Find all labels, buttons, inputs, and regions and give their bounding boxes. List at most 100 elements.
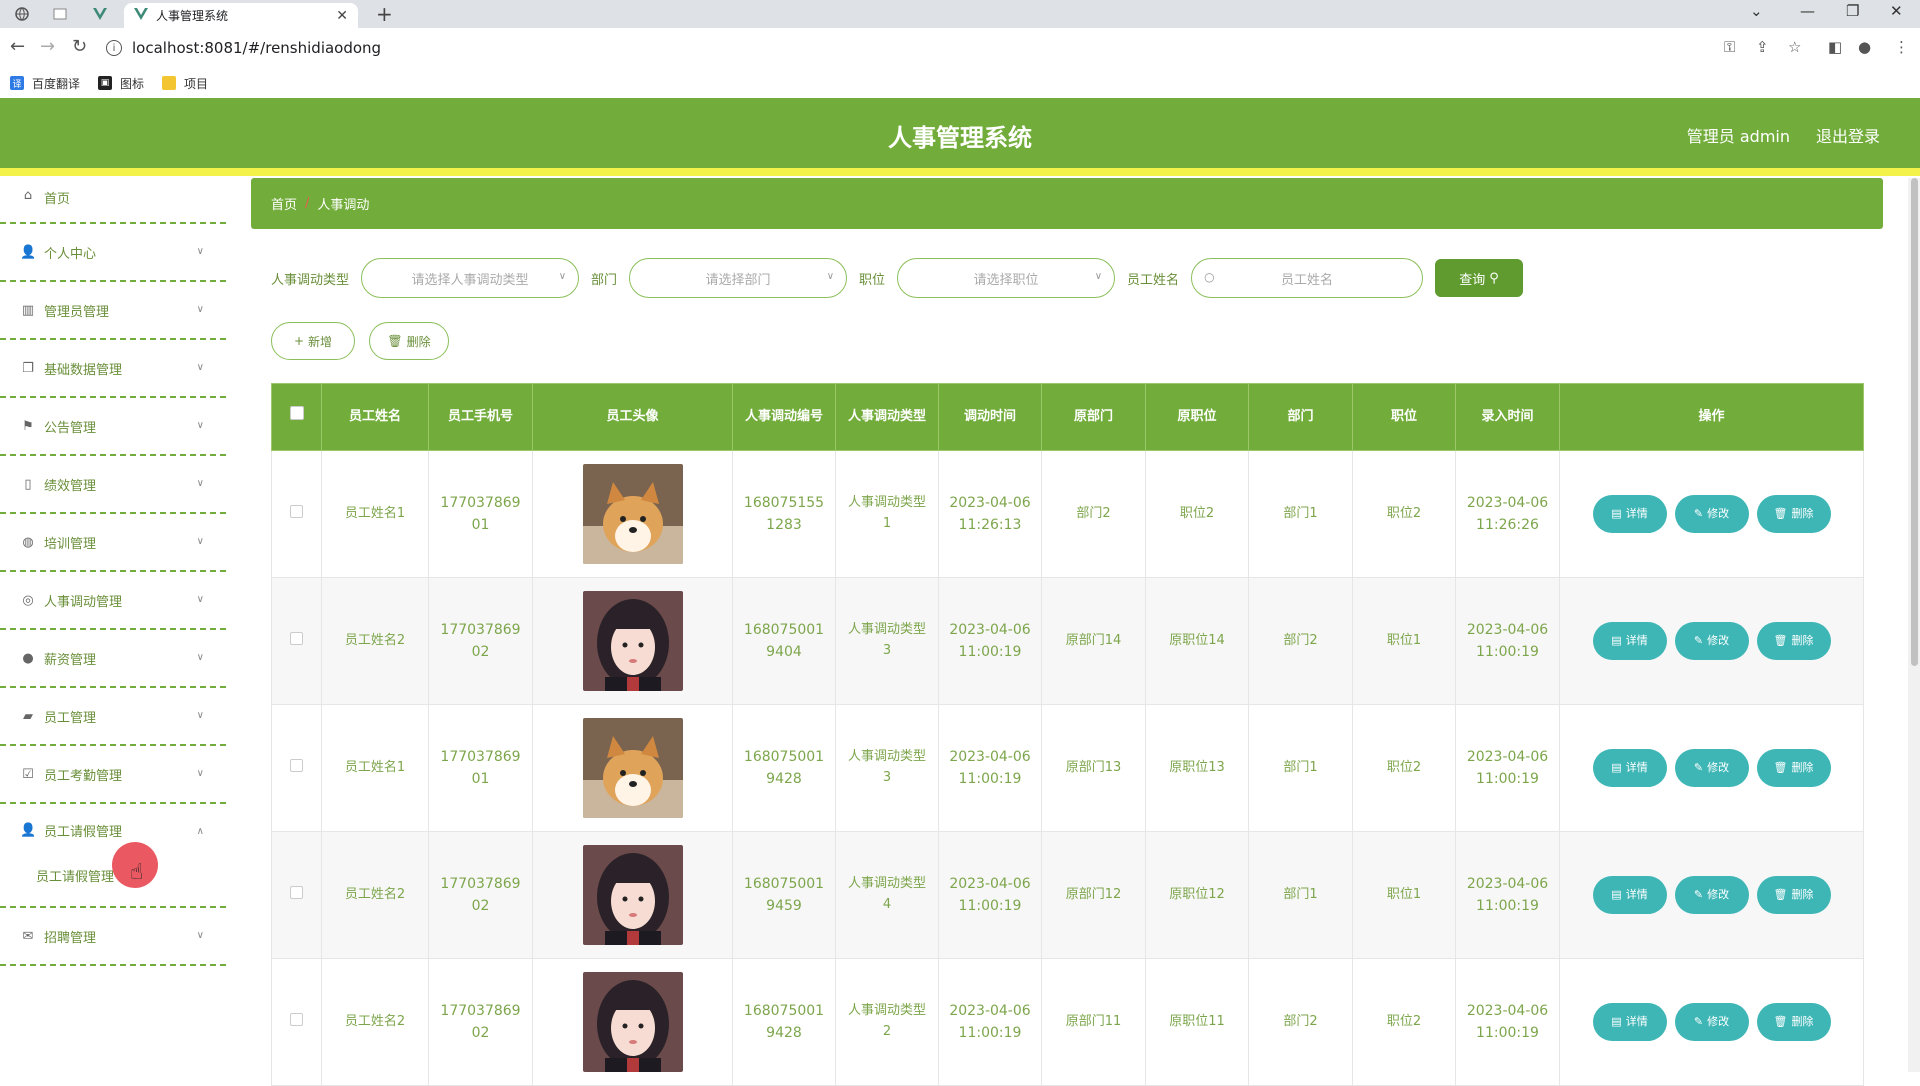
edit-button[interactable]: ✎ 修改	[1674, 876, 1749, 914]
detail-label: 详情	[1625, 761, 1648, 775]
transfer-time-cell: 2023-04-06 11:00:19	[938, 831, 1042, 959]
employee-name-input[interactable]: ○ 员工姓名	[1191, 258, 1424, 298]
sidebar-item-admin[interactable]: ▥ 管理员管理 ∨	[0, 282, 226, 340]
delete-button[interactable]: 🗑 删除	[1756, 495, 1831, 533]
close-window-icon[interactable]: ✕	[1890, 2, 1903, 20]
breadcrumb-home[interactable]: 首页	[271, 194, 297, 213]
trash-icon: 🗑	[1773, 1015, 1788, 1029]
add-button[interactable]: + 新增	[271, 322, 355, 360]
sidebar-item-recruit[interactable]: ✉ 招聘管理 ∨	[0, 908, 226, 966]
sidebar-item-personal-center[interactable]: 👤 个人中心 ∨	[0, 224, 226, 282]
sidebar-item-label: 培训管理	[44, 536, 97, 552]
select-all-cell[interactable]	[271, 383, 322, 451]
bookmark-project[interactable]: 项目	[162, 75, 208, 92]
edit-button[interactable]: ✎ 修改	[1674, 1003, 1749, 1041]
dept-select[interactable]: 请选择部门 ∨	[629, 258, 848, 298]
delete-button[interactable]: 🗑 删除	[1756, 1003, 1831, 1041]
reload-icon[interactable]: ↻	[72, 36, 87, 57]
sidebar-item-transfer[interactable]: ◎ 人事调动管理 ∨	[0, 572, 226, 630]
side-panel-icon[interactable]: ◧	[1828, 38, 1842, 56]
delete-button[interactable]: 🗑 删除	[1756, 876, 1831, 914]
sidebar-item-employee[interactable]: ▰ 员工管理 ∨	[0, 688, 226, 746]
image-icon: ▣	[98, 76, 113, 90]
bookmark-star-icon[interactable]: ☆	[1788, 38, 1801, 56]
bookmark-icons[interactable]: ▣ 图标	[98, 75, 144, 92]
position-select[interactable]: 请选择职位 ∨	[897, 258, 1116, 298]
operations-cell: ▤ 详情 ✎ 修改 🗑 删除	[1559, 577, 1864, 705]
old-position-cell: 原职位14	[1145, 577, 1249, 705]
dept-label: 部门	[591, 272, 618, 288]
share-icon[interactable]: ⇪	[1756, 38, 1769, 56]
detail-button[interactable]: ▤ 详情	[1592, 622, 1667, 660]
tab-active[interactable]: 人事管理系统 ✕	[124, 3, 358, 28]
sidebar-item-basic-data[interactable]: ❐ 基础数据管理 ∨	[0, 340, 226, 398]
tab-search-icon[interactable]	[8, 3, 36, 25]
delete-button[interactable]: 🗑 删除	[1756, 749, 1831, 787]
phone-cell: 17703786902	[428, 958, 533, 1086]
url-field[interactable]: i localhost:8081/#/renshidiaodong	[106, 33, 1796, 63]
sidebar-item-notice[interactable]: ⚑ 公告管理 ∨	[0, 398, 226, 456]
avatar-cell	[532, 450, 733, 578]
row-checkbox[interactable]	[290, 504, 303, 518]
person-icon: 👤	[20, 244, 37, 260]
old-dept-cell: 原部门11	[1041, 958, 1146, 1086]
phone-cell: 17703786901	[428, 704, 533, 832]
position-cell: 职位2	[1352, 958, 1456, 1086]
tab-close-icon[interactable]: ✕	[336, 8, 348, 24]
minimize-icon[interactable]: —	[1800, 2, 1815, 20]
tab-search-dropdown-icon[interactable]: ⌄	[1750, 2, 1763, 20]
back-icon[interactable]: ←	[10, 36, 25, 57]
position-label: 职位	[859, 272, 886, 288]
created-time-cell: 2023-04-06 11:00:19	[1455, 704, 1560, 832]
profile-icon[interactable]: ●	[1858, 38, 1871, 56]
search-bar: 人事调动类型 请选择人事调动类型 ∨ 部门 请选择部门 ∨ 职位 请选择职位 ∨…	[271, 258, 1524, 298]
edit-button[interactable]: ✎ 修改	[1674, 749, 1749, 787]
row-select-cell[interactable]	[271, 577, 322, 705]
edit-button[interactable]: ✎ 修改	[1674, 495, 1749, 533]
sidebar-item-salary[interactable]: ● 薪资管理 ∨	[0, 630, 226, 688]
transfer-type-select[interactable]: 请选择人事调动类型 ∨	[361, 258, 580, 298]
row-checkbox[interactable]	[290, 758, 303, 772]
row-select-cell[interactable]	[271, 958, 322, 1086]
sidebar-item-home[interactable]: ⌂ 首页	[0, 176, 226, 224]
column-header: 人事调动编号	[732, 383, 836, 451]
site-info-icon[interactable]: i	[106, 40, 122, 56]
query-button[interactable]: 查询 ⚲	[1435, 259, 1524, 297]
select-all-checkbox[interactable]	[289, 406, 304, 421]
detail-button[interactable]: ▤ 详情	[1592, 1003, 1667, 1041]
bookmark-baidu-translate[interactable]: 译 百度翻译	[10, 75, 80, 92]
tab-vue-icon[interactable]	[86, 3, 114, 25]
page-scrollbar[interactable]	[1908, 178, 1920, 1072]
sidebar-item-leave[interactable]: 👤 员工请假管理 ∧	[0, 804, 226, 856]
tab-blank-icon[interactable]	[46, 3, 74, 25]
row-checkbox[interactable]	[290, 1012, 303, 1026]
forward-icon[interactable]: →	[40, 36, 55, 57]
old-position-cell: 原职位12	[1145, 831, 1249, 959]
sidebar-item-label: 个人中心	[44, 246, 97, 262]
delete-button[interactable]: 🗑 删除	[1756, 622, 1831, 660]
new-tab-icon[interactable]: +	[376, 2, 393, 26]
batch-delete-button[interactable]: 🗑 删除	[369, 322, 449, 360]
chevron-down-icon: ∨	[196, 594, 204, 605]
row-select-cell[interactable]	[271, 831, 322, 959]
row-select-cell[interactable]	[271, 450, 322, 578]
sidebar-item-attendance[interactable]: ☑ 员工考勤管理 ∨	[0, 746, 226, 804]
scrollbar-thumb[interactable]	[1911, 178, 1918, 666]
detail-button[interactable]: ▤ 详情	[1592, 495, 1667, 533]
old-dept-cell: 原部门12	[1041, 831, 1146, 959]
detail-button[interactable]: ▤ 详情	[1592, 749, 1667, 787]
old-position-cell: 职位2	[1145, 450, 1249, 578]
row-checkbox[interactable]	[290, 885, 303, 899]
employee-name-label: 员工姓名	[1127, 272, 1180, 288]
logout-link[interactable]: 退出登录	[1816, 123, 1880, 147]
sidebar-item-training[interactable]: ◍ 培训管理 ∨	[0, 514, 226, 572]
sidebar-item-performance[interactable]: ▯ 绩效管理 ∨	[0, 456, 226, 514]
edit-button[interactable]: ✎ 修改	[1674, 622, 1749, 660]
restore-icon[interactable]: ❐	[1846, 2, 1859, 20]
browser-menu-icon[interactable]: ⋮	[1894, 38, 1909, 56]
detail-button[interactable]: ▤ 详情	[1592, 876, 1667, 914]
row-checkbox[interactable]	[290, 631, 303, 645]
chevron-down-icon: ∨	[196, 478, 204, 489]
row-select-cell[interactable]	[271, 704, 322, 832]
key-icon[interactable]: ⚿	[1724, 38, 1735, 56]
